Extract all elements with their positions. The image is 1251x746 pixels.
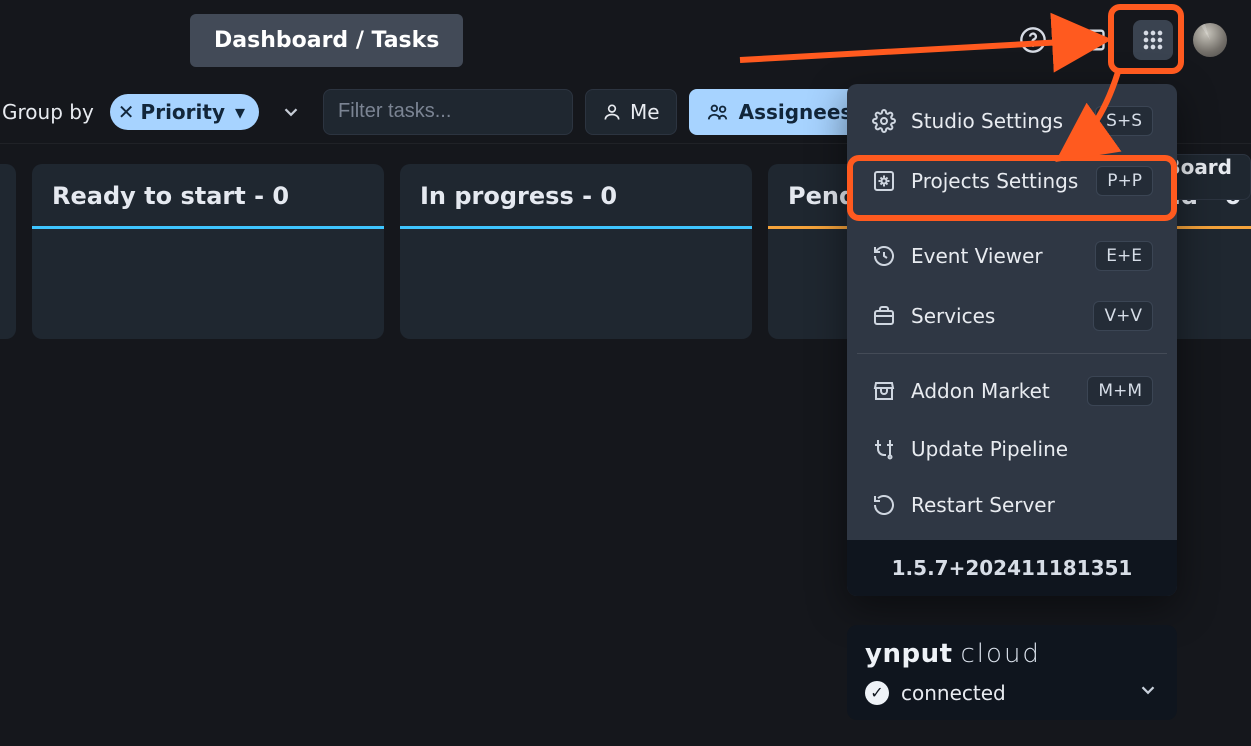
column-body[interactable] (400, 229, 752, 339)
chip-label: Priority (141, 100, 225, 124)
chevron-down-icon (1137, 679, 1159, 706)
cloud-status-card[interactable]: ynput cloud ✓ connected (847, 625, 1177, 720)
kanban-column-edge (0, 164, 16, 339)
shortcut: P+P (1096, 166, 1153, 196)
kanban-column[interactable]: Ready to start - 0 (32, 164, 384, 339)
filter-input[interactable] (323, 89, 573, 135)
history-icon (871, 243, 897, 269)
cloud-status-text: connected (901, 681, 1006, 705)
menu-label: Projects Settings (911, 169, 1078, 193)
group-by-expand-icon[interactable] (271, 92, 311, 132)
chip-caret-icon: ▾ (235, 100, 245, 124)
pipeline-icon (871, 436, 897, 462)
column-title: Ready to start - 0 (32, 164, 384, 226)
refresh-icon (871, 492, 897, 518)
menu-item-services[interactable]: Services V+V (857, 287, 1167, 345)
chip-remove-icon[interactable]: ✕ (118, 100, 135, 124)
menu-label: Addon Market (911, 379, 1050, 403)
avatar[interactable] (1193, 23, 1227, 57)
version-label: 1.5.7+202411181351 (847, 540, 1177, 596)
assignees-label: Assignees (739, 100, 853, 124)
menu-item-event-viewer[interactable]: Event Viewer E+E (857, 227, 1167, 285)
help-icon[interactable] (1013, 20, 1053, 60)
me-label: Me (630, 100, 660, 124)
apps-menu-popover: Studio Settings S+S Projects Settings P+… (847, 84, 1177, 596)
menu-label: Event Viewer (911, 244, 1043, 268)
column-title: In progress - 0 (400, 164, 752, 226)
project-settings-icon (871, 168, 897, 194)
column-body[interactable] (32, 229, 384, 339)
group-by-chip[interactable]: ✕ Priority ▾ (110, 94, 259, 130)
menu-label: Services (911, 304, 995, 328)
menu-item-studio-settings[interactable]: Studio Settings S+S (857, 92, 1167, 150)
brand-ynput: ynput (865, 639, 953, 669)
cloud-status-row[interactable]: ✓ connected (865, 679, 1159, 706)
assignees-button[interactable]: Assignees (689, 89, 871, 135)
me-button[interactable]: Me (585, 89, 677, 135)
breadcrumb[interactable]: Dashboard / Tasks (190, 14, 463, 67)
inbox-icon[interactable] (1073, 20, 1113, 60)
menu-separator (857, 353, 1167, 354)
shortcut: M+M (1087, 376, 1153, 406)
store-icon (871, 378, 897, 404)
cloud-brand: ynput cloud (865, 639, 1159, 669)
brand-cloud: cloud (961, 639, 1041, 669)
shortcut: V+V (1093, 301, 1153, 331)
menu-label: Update Pipeline (911, 437, 1068, 461)
menu-item-projects-settings[interactable]: Projects Settings P+P (857, 152, 1167, 210)
menu-item-update-pipeline[interactable]: Update Pipeline (857, 422, 1167, 476)
gear-icon (871, 108, 897, 134)
menu-item-restart-server[interactable]: Restart Server (857, 478, 1167, 532)
shortcut: E+E (1095, 241, 1153, 271)
briefcase-icon (871, 303, 897, 329)
check-icon: ✓ (865, 681, 889, 705)
header: Dashboard / Tasks (0, 0, 1251, 80)
menu-label: Restart Server (911, 493, 1055, 517)
shortcut: S+S (1095, 106, 1153, 136)
apps-grid-icon[interactable] (1133, 20, 1173, 60)
kanban-column[interactable]: In progress - 0 (400, 164, 752, 339)
menu-separator (857, 218, 1167, 219)
group-by-label: Group by (0, 100, 98, 124)
menu-label: Studio Settings (911, 109, 1063, 133)
menu-item-addon-market[interactable]: Addon Market M+M (857, 362, 1167, 420)
